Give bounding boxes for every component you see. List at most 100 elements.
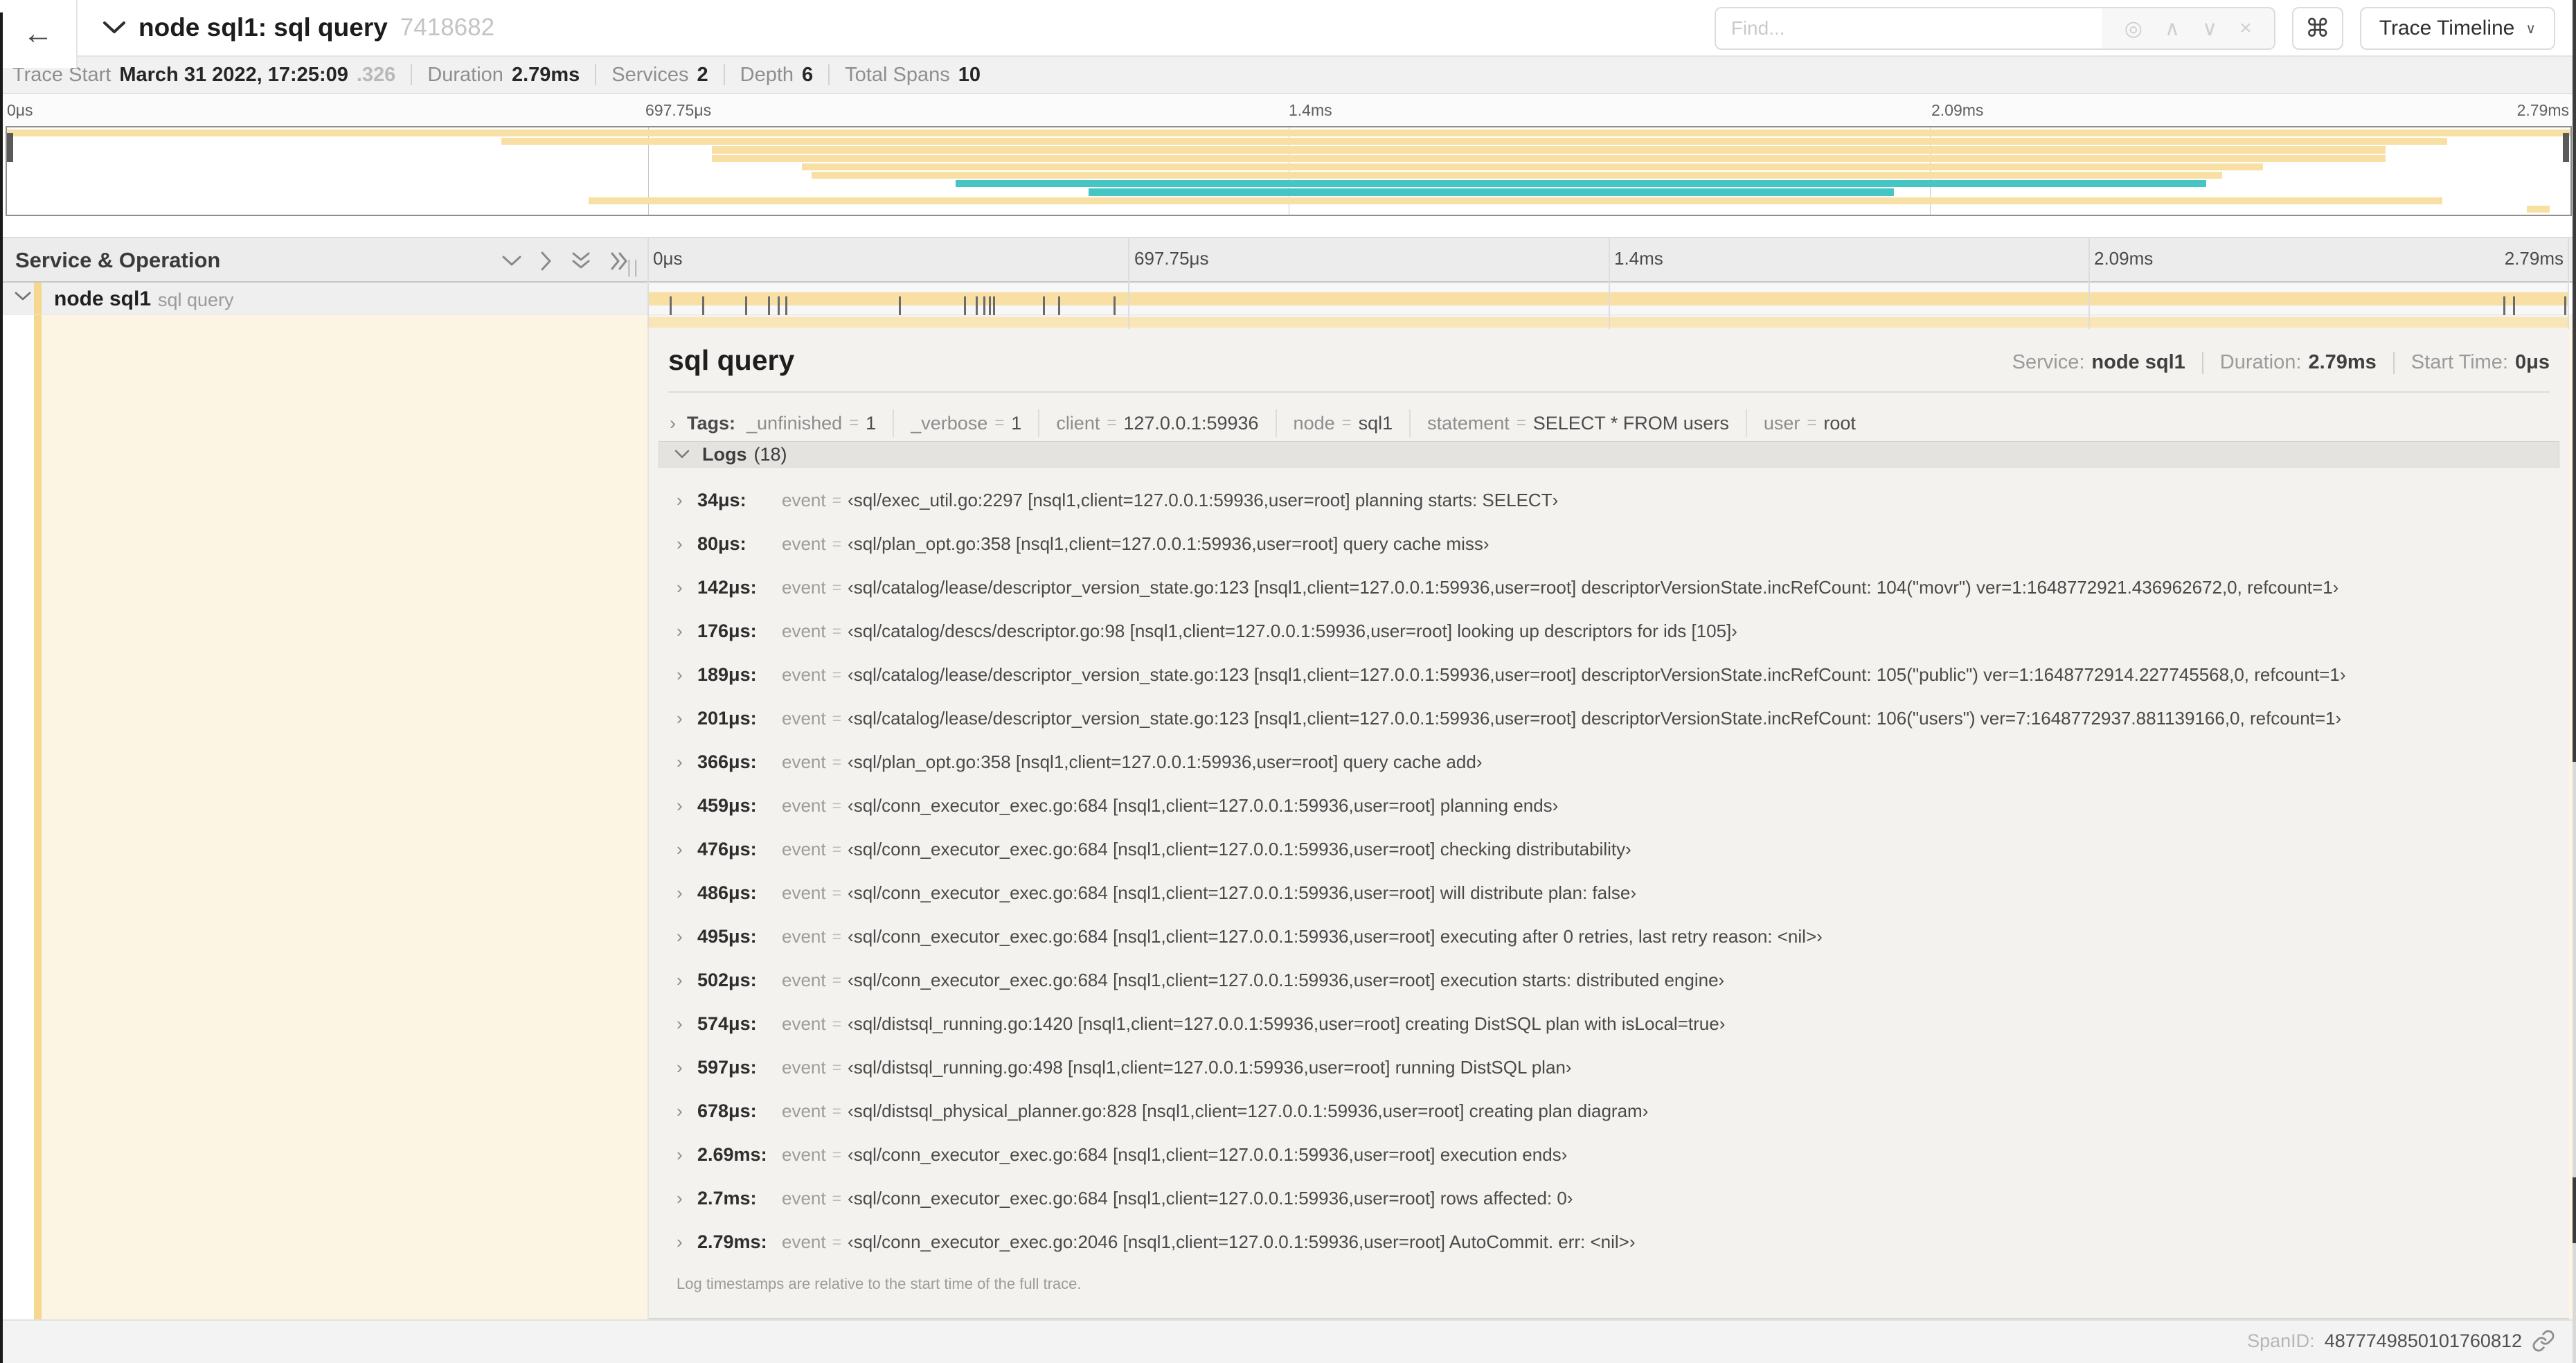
log-row[interactable]: › 2.69ms: event = ‹sql/conn_executor_exec.go… <box>677 1133 2555 1177</box>
chevron-down-icon <box>674 449 690 459</box>
span-service-name[interactable]: node sql1 <box>54 287 151 311</box>
tag-item[interactable]: _verbose = 1 <box>911 413 1021 434</box>
page-title: node sql1: sql query <box>138 13 388 42</box>
divider <box>1275 409 1277 437</box>
span-operation-name[interactable]: sql query <box>158 289 234 311</box>
logs-count: (18) <box>753 443 787 465</box>
chevron-right-icon: › <box>677 490 683 510</box>
log-row[interactable]: › 142μs: event = ‹sql/catalog/lease/descript… <box>677 566 2555 609</box>
expand-one-icon[interactable] <box>540 251 553 271</box>
timeline-tick-label: 697.75μs <box>1134 248 1209 269</box>
divider <box>411 64 413 85</box>
minimap-span-row <box>7 154 2570 163</box>
span-duration-bar[interactable] <box>647 292 2569 321</box>
chevron-right-icon: › <box>677 1144 683 1165</box>
log-row[interactable]: › 176μs: event = ‹sql/catalog/descs/descript… <box>677 609 2555 653</box>
trace-minimap[interactable] <box>6 126 2572 216</box>
column-resize-grip[interactable]: || <box>627 256 641 278</box>
chevron-right-icon: › <box>677 839 683 859</box>
minimap-span-bar <box>589 197 2442 204</box>
top-bar: ← node sql1: sql query 7418682 ◎ ∧ ∨ × ⌘… <box>0 0 2576 68</box>
locate-icon[interactable]: ◎ <box>2125 17 2143 41</box>
minimap-span-bar <box>712 146 2386 154</box>
screen-edge-left <box>0 12 3 1363</box>
tag-item[interactable]: client = 127.0.0.1:59936 <box>1056 413 1258 434</box>
divider <box>668 391 2550 393</box>
logs-label: Logs <box>702 443 747 465</box>
minimap-span-row <box>7 205 2570 213</box>
collapse-trace-icon[interactable] <box>102 21 126 35</box>
collapse-one-icon[interactable] <box>501 255 522 267</box>
tag-item[interactable]: user = root <box>1764 413 1856 434</box>
trace-view-label: Trace Timeline <box>2379 17 2515 39</box>
tags-row[interactable]: › Tags: _unfinished = 1 _verbose = 1 client = 12… <box>670 404 1856 443</box>
chevron-right-icon: › <box>670 412 676 434</box>
footer-bar: SpanID: 4877749850101760812 <box>0 1319 2576 1363</box>
timeline-column-header: Service & Operation || 0μs 697.75μs 1.4ms 2… <box>0 237 2576 283</box>
meta-item: Start Time: 0μs <box>2410 351 2550 373</box>
log-row[interactable]: › 366μs: event = ‹sql/plan_opt.go:358 [nsql1… <box>677 740 2555 784</box>
span-detail-region: sql query Service: node sql1 Duration: 2.79… <box>0 315 2576 1319</box>
keyboard-shortcuts-button[interactable]: ⌘ <box>2291 7 2343 50</box>
log-row[interactable]: › 459μs: event = ‹sql/conn_executor_exec.go:… <box>677 784 2555 828</box>
summary-item: Depth 6 <box>740 63 814 86</box>
minimap-time-labels: 0μs 697.75μs 1.4ms 2.09ms 2.79ms <box>0 94 2576 126</box>
back-button[interactable]: ← <box>0 0 78 68</box>
minimap-span-bar <box>501 138 2448 145</box>
minimap-span-row <box>7 163 2570 171</box>
indent-gutter <box>3 315 34 1319</box>
trace-id: 7418682 <box>400 14 495 41</box>
find-next-icon[interactable]: ∨ <box>2202 17 2217 41</box>
find-input[interactable] <box>1714 7 2102 50</box>
collapse-all-icon[interactable] <box>571 251 591 271</box>
log-row[interactable]: › 2.79ms: event = ‹sql/conn_executor_exec.go… <box>677 1220 2555 1264</box>
log-row[interactable]: › 502μs: event = ‹sql/conn_executor_exec.go:… <box>677 959 2555 1002</box>
span-id-value: 4877749850101760812 <box>2324 1330 2522 1351</box>
deep-link-icon[interactable] <box>2532 1329 2555 1353</box>
detail-operation-title: sql query <box>668 344 795 376</box>
chevron-right-icon: › <box>677 1188 683 1209</box>
log-row[interactable]: › 574μs: event = ‹sql/distsql_running.go:142… <box>677 1002 2555 1046</box>
divider <box>1038 409 1040 437</box>
tags-label: Tags: <box>687 412 736 434</box>
tag-item[interactable]: node = sql1 <box>1294 413 1393 434</box>
collapse-span-icon[interactable] <box>14 291 32 302</box>
chevron-right-icon: › <box>677 1057 683 1078</box>
scrollbar[interactable] <box>2573 0 2576 1363</box>
divider <box>595 64 597 85</box>
minimap-right-handle[interactable] <box>2563 133 2569 162</box>
log-row[interactable]: › 34μs: event = ‹sql/exec_util.go:2297 [nsql… <box>677 479 2555 522</box>
minimap-span-bar <box>7 130 2570 137</box>
log-row[interactable]: › 189μs: event = ‹sql/catalog/lease/descript… <box>677 653 2555 697</box>
minimap-left-handle[interactable] <box>7 133 13 162</box>
find-prev-icon[interactable]: ∧ <box>2165 17 2180 41</box>
span-bar-lane[interactable] <box>647 283 2569 321</box>
minimap-span-row <box>7 179 2570 188</box>
chevron-right-icon: › <box>677 751 683 772</box>
minimap-span-row <box>7 197 2570 205</box>
service-operation-header: Service & Operation <box>15 248 221 272</box>
logs-section-header[interactable]: Logs (18) <box>659 441 2559 467</box>
logs-footnote: Log timestamps are relative to the start… <box>677 1275 1082 1292</box>
log-row[interactable]: › 80μs: event = ‹sql/plan_opt.go:358 [nsql1,… <box>677 522 2555 566</box>
minimap-time-label: 697.75μs <box>645 101 712 119</box>
log-row[interactable]: › 486μs: event = ‹sql/conn_executor_exec.go:… <box>677 871 2555 915</box>
log-row[interactable]: › 597μs: event = ‹sql/distsql_running.go:498… <box>677 1046 2555 1089</box>
timeline-tick-label: 1.4ms <box>1614 248 1663 269</box>
log-row[interactable]: › 201μs: event = ‹sql/catalog/lease/descript… <box>677 697 2555 740</box>
log-row[interactable]: › 2.7ms: event = ‹sql/conn_executor_exec.go:… <box>677 1177 2555 1220</box>
chevron-down-icon: ∨ <box>2525 21 2536 37</box>
chevron-right-icon: › <box>677 1231 683 1252</box>
minimap-span-row <box>7 129 2570 137</box>
log-row[interactable]: › 476μs: event = ‹sql/conn_executor_exec.go:… <box>677 828 2555 871</box>
find-clear-icon[interactable]: × <box>2239 17 2252 40</box>
minimap-span-row <box>7 171 2570 179</box>
chevron-right-icon: › <box>677 533 683 554</box>
tag-item[interactable]: statement = SELECT * FROM users <box>1427 413 1729 434</box>
span-meta: Service: node sql1 Duration: 2.79ms Start Ti… <box>2012 351 2550 374</box>
tag-item[interactable]: _unfinished = 1 <box>746 413 876 434</box>
trace-view-select[interactable]: Trace Timeline ∨ <box>2359 7 2555 50</box>
span-row[interactable]: node sql1 sql query <box>0 283 2576 321</box>
log-row[interactable]: › 678μs: event = ‹sql/distsql_physical_plann… <box>677 1089 2555 1133</box>
log-row[interactable]: › 495μs: event = ‹sql/conn_executor_exec.go:… <box>677 915 2555 959</box>
